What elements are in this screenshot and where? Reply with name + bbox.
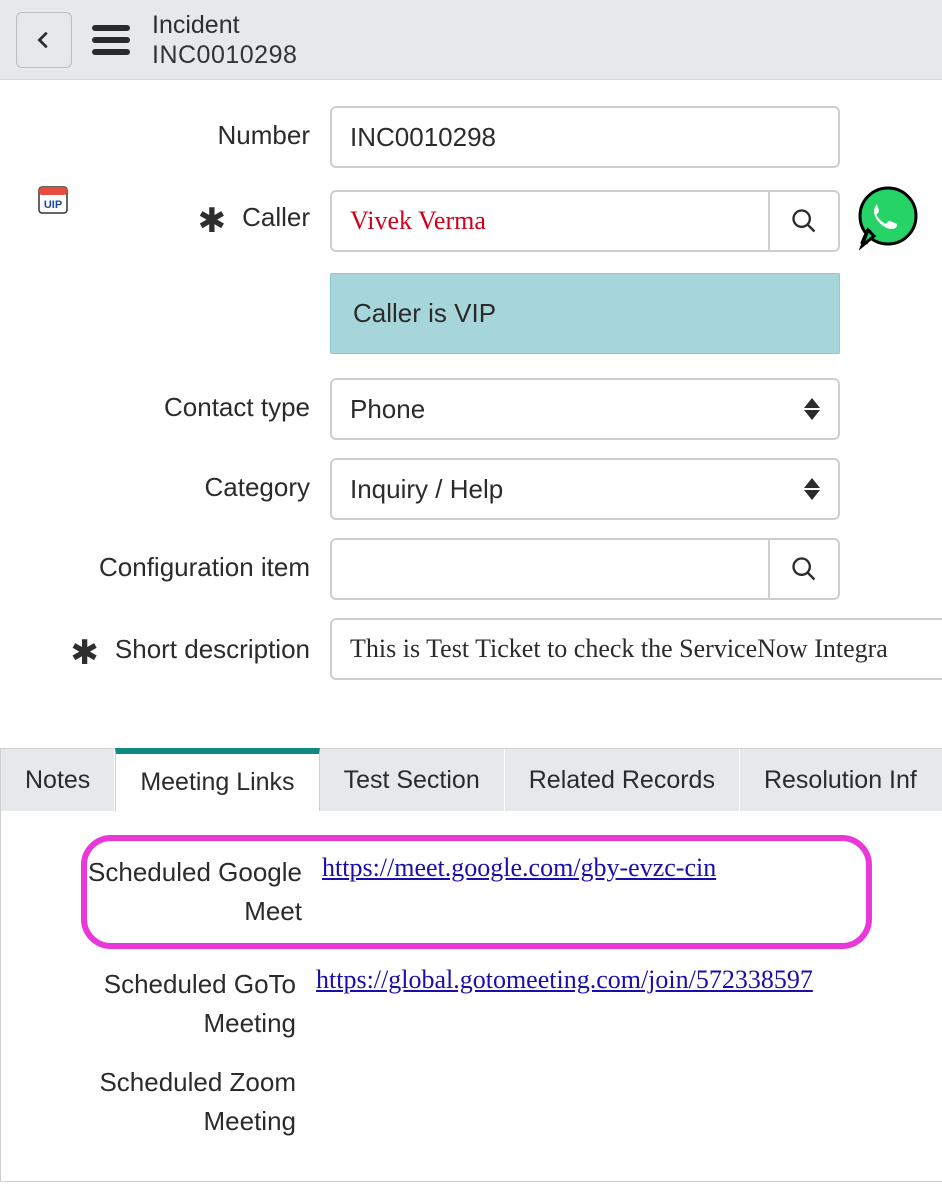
- row-config-item: Configuration item: [0, 538, 942, 600]
- menu-bar-icon: [92, 49, 130, 55]
- lookup-caller-button[interactable]: [768, 192, 838, 250]
- menu-bar-icon: [92, 37, 130, 43]
- label-category: Category: [0, 458, 330, 503]
- row-number: Number: [0, 106, 942, 168]
- row-short-description: ✱ Short description This is Test Ticket …: [0, 618, 942, 680]
- lookup-config-item: [330, 538, 840, 600]
- lookup-config-item-button[interactable]: [768, 540, 838, 598]
- record-type: Incident: [152, 10, 297, 40]
- menu-bar-icon: [92, 25, 130, 31]
- highlight-google-meet: Scheduled Google Meet https://meet.googl…: [81, 835, 872, 949]
- record-number: INC0010298: [152, 40, 297, 70]
- vip-notice: Caller is VIP: [330, 273, 840, 354]
- svg-text:UIP: UIP: [44, 199, 62, 211]
- row-category: Category Inquiry / Help: [0, 458, 942, 520]
- search-icon: [790, 207, 818, 235]
- required-icon: ✱: [70, 636, 99, 670]
- row-contact-type: Contact type Phone: [0, 378, 942, 440]
- tabs-container: Notes Meeting Links Test Section Related…: [0, 748, 942, 1182]
- tab-content: Scheduled Google Meet https://meet.googl…: [1, 811, 942, 1181]
- link-google-meet[interactable]: https://meet.google.com/gby-evzc-cin: [322, 853, 716, 883]
- row-goto-meeting: Scheduled GoTo Meeting https://global.go…: [21, 965, 922, 1043]
- tab-notes[interactable]: Notes: [1, 749, 115, 811]
- label-zoom-meeting: Scheduled Zoom Meeting: [21, 1063, 316, 1141]
- tab-related-records[interactable]: Related Records: [505, 749, 740, 811]
- label-number: Number: [0, 106, 330, 151]
- tab-meeting-links[interactable]: Meeting Links: [115, 748, 319, 811]
- select-category[interactable]: Inquiry / Help: [330, 458, 840, 520]
- label-google-meet: Scheduled Google Meet: [87, 853, 322, 931]
- row-google-meet: Scheduled Google Meet https://meet.googl…: [87, 853, 866, 931]
- tab-test-section[interactable]: Test Section: [320, 749, 505, 811]
- tabs-bar: Notes Meeting Links Test Section Related…: [1, 749, 942, 811]
- input-short-description[interactable]: This is Test Ticket to check the Service…: [330, 618, 942, 680]
- menu-button[interactable]: [92, 20, 132, 60]
- label-config-item: Configuration item: [0, 538, 330, 583]
- whatsapp-button[interactable]: [856, 186, 920, 255]
- link-goto-meeting[interactable]: https://global.gotomeeting.com/join/5723…: [316, 965, 813, 995]
- search-icon: [790, 555, 818, 583]
- label-short-description: ✱ Short description: [0, 618, 330, 666]
- header-title: Incident INC0010298: [152, 10, 297, 70]
- chevron-left-icon: [33, 24, 55, 56]
- header-bar: Incident INC0010298: [0, 0, 942, 80]
- lookup-caller: Vivek Verma: [330, 190, 840, 252]
- whatsapp-icon: [856, 186, 920, 250]
- form-area: Number UIP ✱ Caller Vivek Verma: [0, 80, 942, 718]
- label-goto-meeting: Scheduled GoTo Meeting: [21, 965, 316, 1043]
- caller-value[interactable]: Vivek Verma: [332, 192, 768, 250]
- input-number[interactable]: [330, 106, 840, 168]
- required-icon: ✱: [198, 204, 227, 238]
- tab-resolution-info[interactable]: Resolution Inf: [740, 749, 941, 811]
- select-contact-type[interactable]: Phone: [330, 378, 840, 440]
- label-contact-type: Contact type: [0, 378, 330, 423]
- row-caller: UIP ✱ Caller Vivek Verma: [0, 186, 942, 255]
- back-button[interactable]: [16, 12, 72, 68]
- vip-icon: UIP: [38, 186, 68, 214]
- config-item-value[interactable]: [332, 540, 768, 598]
- row-zoom-meeting: Scheduled Zoom Meeting: [21, 1063, 922, 1141]
